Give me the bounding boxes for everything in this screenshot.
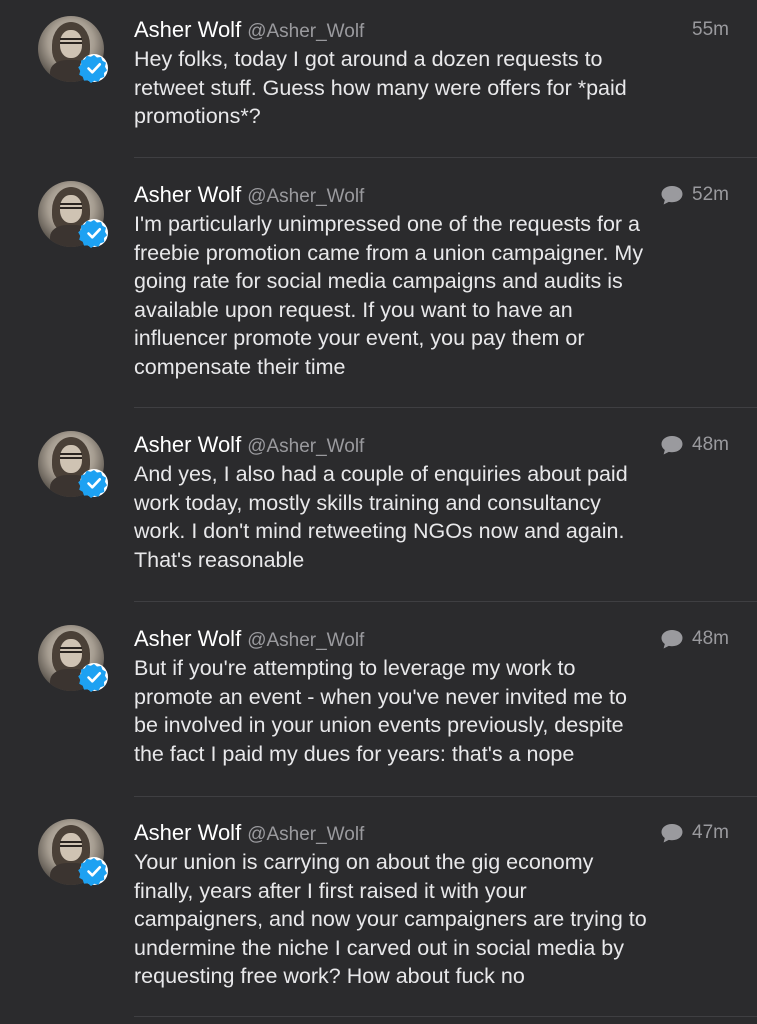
tweet-meta: 48m xyxy=(660,628,729,650)
timestamp: 47m xyxy=(692,822,729,843)
tweet-meta: 52m xyxy=(660,184,729,206)
conversation-icon xyxy=(661,824,683,843)
verified-badge-icon xyxy=(78,857,108,886)
tweet-item[interactable]: Asher Wolf @Asher_Wolf 55m Hey folks, tod… xyxy=(0,0,757,158)
author-name[interactable]: Asher Wolf @Asher_Wolf xyxy=(134,626,364,652)
display-name[interactable]: Asher Wolf xyxy=(134,626,241,651)
tweet-item[interactable]: Asher Wolf @Asher_Wolf 48m And yes, I als… xyxy=(0,415,757,602)
tweet-text: Hey folks, today I got around a dozen re… xyxy=(134,47,627,128)
author-name[interactable]: Asher Wolf @Asher_Wolf xyxy=(134,820,364,846)
divider xyxy=(134,601,757,602)
conversation-icon xyxy=(661,436,683,455)
tweet-text: But if you're attempting to leverage my … xyxy=(134,656,627,766)
timestamp: 48m xyxy=(692,628,729,649)
divider xyxy=(134,157,757,158)
user-handle[interactable]: @Asher_Wolf xyxy=(247,630,364,651)
timestamp: 55m xyxy=(692,19,729,40)
display-name[interactable]: Asher Wolf xyxy=(134,182,241,207)
divider xyxy=(134,796,757,797)
user-handle[interactable]: @Asher_Wolf xyxy=(247,186,364,207)
tweet-text: Your union is carrying on about the gig … xyxy=(134,850,647,988)
user-handle[interactable]: @Asher_Wolf xyxy=(247,824,364,845)
tweet-item[interactable]: Asher Wolf @Asher_Wolf 47m Your union is … xyxy=(0,803,757,1024)
timestamp: 52m xyxy=(692,184,729,205)
user-handle[interactable]: @Asher_Wolf xyxy=(247,436,364,457)
tweet-text: I'm particularly unimpressed one of the … xyxy=(134,212,644,379)
divider xyxy=(134,407,757,408)
tweet-meta: 55m xyxy=(692,19,729,41)
conversation-icon xyxy=(661,186,683,205)
display-name[interactable]: Asher Wolf xyxy=(134,820,241,845)
verified-badge-icon xyxy=(78,219,108,248)
verified-badge-icon xyxy=(78,663,108,692)
verified-badge-icon xyxy=(78,469,108,498)
author-name[interactable]: Asher Wolf @Asher_Wolf xyxy=(134,182,364,208)
tweet-text: And yes, I also had a couple of enquirie… xyxy=(134,462,628,572)
tweet-item[interactable]: Asher Wolf @Asher_Wolf 48m But if you're … xyxy=(0,609,757,797)
conversation-icon xyxy=(661,630,683,649)
display-name[interactable]: Asher Wolf xyxy=(134,432,241,457)
tweet-meta: 47m xyxy=(660,822,729,844)
tweet-thread: Asher Wolf @Asher_Wolf 55m Hey folks, tod… xyxy=(0,0,757,1024)
timestamp: 48m xyxy=(692,434,729,455)
verified-badge-icon xyxy=(78,54,108,83)
author-name[interactable]: Asher Wolf @Asher_Wolf xyxy=(134,432,364,458)
author-name[interactable]: Asher Wolf @Asher_Wolf xyxy=(134,17,364,43)
divider xyxy=(134,1016,757,1017)
tweet-item[interactable]: Asher Wolf @Asher_Wolf 52m I'm particular… xyxy=(0,165,757,408)
user-handle[interactable]: @Asher_Wolf xyxy=(247,21,364,42)
tweet-meta: 48m xyxy=(660,434,729,456)
display-name[interactable]: Asher Wolf xyxy=(134,17,241,42)
